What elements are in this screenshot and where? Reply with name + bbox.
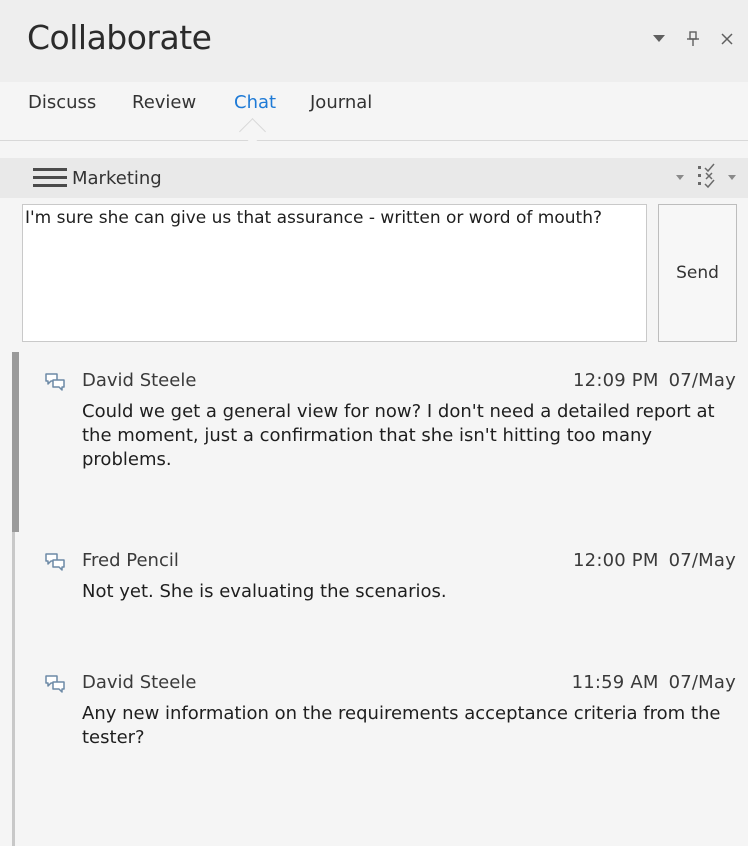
message-time: 12:00 PM xyxy=(573,550,659,571)
close-icon[interactable] xyxy=(718,30,736,48)
message-text: Not yet. She is evaluating the scenarios… xyxy=(82,581,447,602)
message-author: David Steele xyxy=(82,672,197,693)
message-date: 07/May xyxy=(668,672,736,693)
title-bar: Collaborate xyxy=(0,0,748,82)
panel-options-dropdown-icon[interactable] xyxy=(650,30,668,48)
message-author: David Steele xyxy=(82,370,197,391)
message-list: David Steele 12:09 PM 07/May Could we get… xyxy=(0,352,748,846)
pin-icon[interactable] xyxy=(684,30,702,48)
channel-name[interactable]: Marketing xyxy=(72,168,162,189)
hamburger-menu-icon[interactable] xyxy=(33,168,67,188)
message-timestamp: 12:09 PM 07/May xyxy=(573,370,736,391)
tab-chat[interactable]: Chat xyxy=(234,92,276,113)
checklist-filter-icon[interactable] xyxy=(696,163,722,191)
filter-dropdown-icon[interactable] xyxy=(728,171,736,184)
message-date: 07/May xyxy=(668,550,736,571)
send-button[interactable]: Send xyxy=(658,204,737,342)
chat-bubbles-icon xyxy=(44,371,66,393)
collaborate-panel: Collaborate Discuss Review Chat Journal … xyxy=(0,0,748,846)
tab-review[interactable]: Review xyxy=(132,92,196,113)
message-time: 11:59 AM xyxy=(571,672,659,693)
panel-title: Collaborate xyxy=(27,18,212,57)
tab-discuss[interactable]: Discuss xyxy=(28,92,96,113)
channel-dropdown-icon[interactable] xyxy=(676,171,684,184)
tab-strip: Discuss Review Chat Journal xyxy=(0,82,748,141)
selected-message-marker xyxy=(12,352,19,532)
message-input[interactable]: I'm sure she can give us that assurance … xyxy=(22,204,647,342)
chat-bubbles-icon xyxy=(44,551,66,573)
message-timestamp: 12:00 PM 07/May xyxy=(573,550,736,571)
message-time: 12:09 PM xyxy=(573,370,659,391)
message-text: Any new information on the requirements … xyxy=(82,703,721,748)
message-date: 07/May xyxy=(668,370,736,391)
window-controls xyxy=(650,30,736,48)
message-author: Fred Pencil xyxy=(82,550,179,571)
channel-bar: Marketing xyxy=(0,158,748,198)
tab-journal[interactable]: Journal xyxy=(310,92,372,113)
chat-bubbles-icon xyxy=(44,673,66,695)
message-text: Could we get a general view for now? I d… xyxy=(82,401,715,470)
message-timestamp: 11:59 AM 07/May xyxy=(572,672,736,693)
